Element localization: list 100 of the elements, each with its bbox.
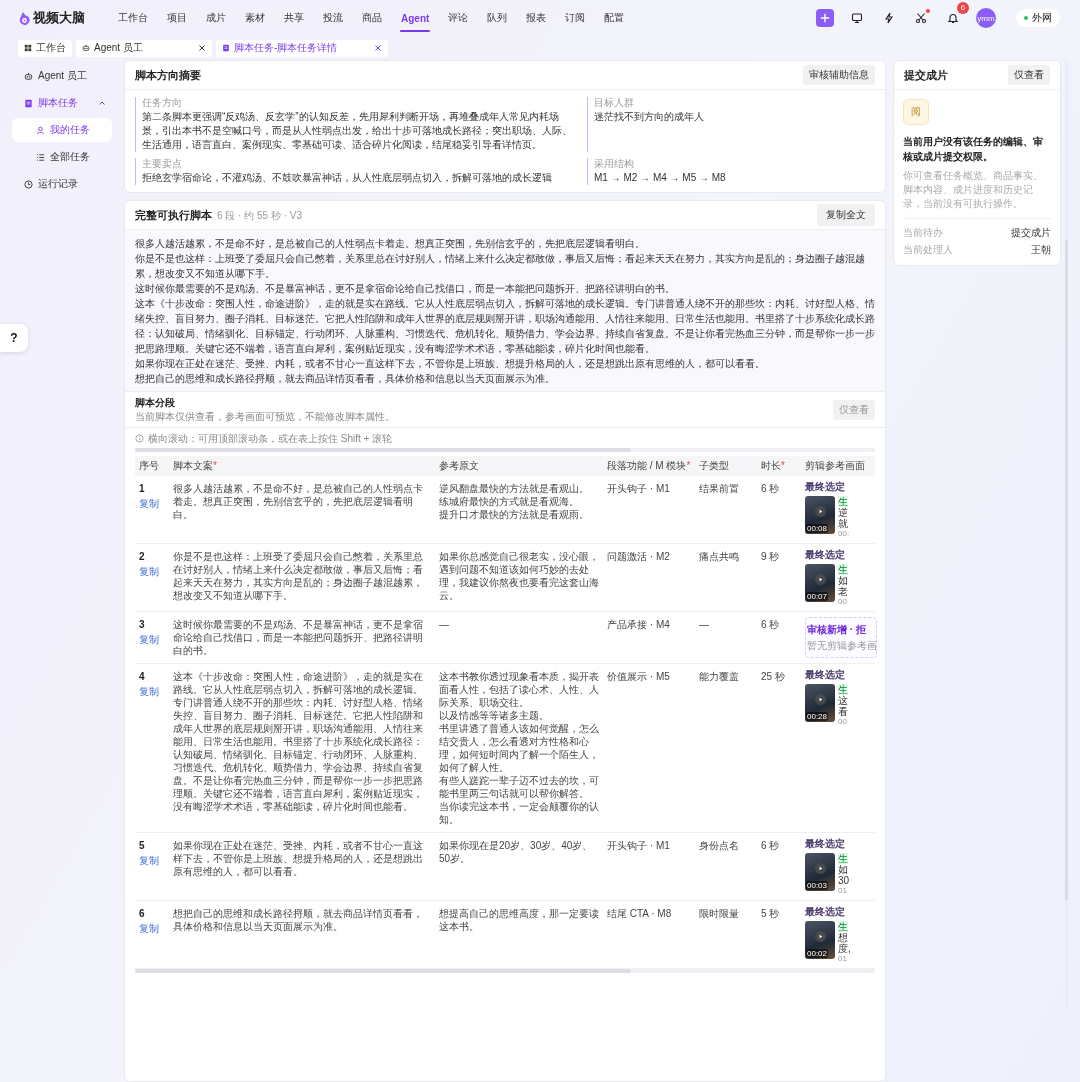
bell-icon	[947, 12, 959, 24]
user-avatar[interactable]: ymm	[976, 8, 996, 28]
field-value: 迷茫找不到方向的成年人	[594, 110, 705, 124]
field-label: 任务方向	[142, 97, 183, 109]
copy-link[interactable]: 复制	[139, 633, 159, 647]
copy-all-button[interactable]: 复制全文	[817, 204, 875, 226]
info-icon	[135, 434, 144, 443]
column-header: 段落功能 / M 模块*	[606, 459, 692, 473]
page-tab[interactable]: Agent 员工	[76, 39, 212, 57]
robot-icon	[24, 71, 33, 81]
sidebar-label: Agent 员工	[38, 69, 87, 83]
sidebar-item[interactable]: 运行记录	[12, 172, 112, 196]
network-status[interactable]: 外网	[1016, 9, 1060, 27]
play-icon[interactable]	[814, 573, 826, 585]
table-cell: 如果你总感觉自己很老实，没心眼，遇到问题不知道该如何巧妙的去处理，我建议你熬夜也要看完这套山海云。	[439, 550, 599, 602]
table-cell-text: 限时限量	[699, 907, 740, 920]
video-duration: 00:02	[806, 949, 829, 958]
nav-tab[interactable]: 素材	[244, 0, 266, 36]
table-cell-text: 6 秒	[761, 839, 781, 852]
script-meta: 6 段 · 约 55 秒 · V3	[217, 208, 303, 223]
copy-link[interactable]: 复制	[139, 565, 159, 579]
video-thumbnail[interactable]: 00:08	[805, 496, 835, 534]
alert-dot	[926, 9, 930, 13]
video-thumbnail[interactable]: 00:02	[805, 921, 835, 959]
field-label: 采用结构	[594, 158, 635, 170]
nav-tab[interactable]: Agent	[400, 0, 431, 36]
logo-icon	[18, 10, 31, 26]
close-icon[interactable]	[198, 44, 206, 52]
sidebar-item[interactable]: 脚本任务	[12, 91, 112, 115]
video-thumbnail[interactable]: 00:28	[805, 684, 835, 722]
script-paragraph: 想把自己的思维和成长路径捋顺，就去商品详情页看看，具体价格和信息以当天页面展示为准。	[135, 372, 556, 386]
notification-count: 6	[957, 2, 969, 14]
play-icon[interactable]	[814, 862, 826, 874]
close-icon[interactable]	[374, 44, 382, 52]
clip-time: 00	[838, 717, 848, 726]
nav-tab[interactable]: 成片	[205, 0, 227, 36]
copy-link[interactable]: 复制	[139, 497, 159, 511]
table-cell-text: 以及情感等等诸多主题。	[439, 709, 550, 722]
copy-link[interactable]: 复制	[139, 685, 159, 699]
video-thumbnail[interactable]: 00:07	[805, 564, 835, 602]
nav-tab[interactable]: 队列	[486, 0, 509, 36]
play-icon[interactable]	[814, 505, 826, 517]
scrollbar[interactable]	[135, 969, 875, 973]
clip-time: 00	[838, 597, 848, 606]
table-cell-text: 身份点名	[699, 839, 740, 852]
review-info-button[interactable]: 审核辅助信息	[803, 65, 875, 85]
table-cell-text: 想把自己的思维和成长路径捋顺，就去商品详情页看看，具体价格和信息以当天页面展示为准。	[173, 907, 424, 933]
sidebar-subitem[interactable]: 我的任务	[12, 118, 112, 142]
detail-value: 提交成片	[1011, 226, 1051, 240]
monitor-icon	[851, 12, 863, 24]
nav-tab[interactable]: 投流	[322, 0, 344, 36]
table-cell-text: 结果前置	[699, 482, 740, 495]
nav-tab[interactable]: 项目	[166, 0, 188, 36]
table-cell-text: 产品承接 · M4	[607, 618, 671, 631]
row-number: 1	[139, 482, 146, 495]
card-title: 完整可执行脚本	[135, 207, 212, 223]
grid-icon	[24, 44, 32, 52]
nav-tab[interactable]: 商品	[361, 0, 383, 36]
field-label: 主要卖点	[142, 158, 183, 170]
copy-link[interactable]: 复制	[139, 854, 159, 868]
table-cell-text: 结尾 CTA · M8	[607, 907, 673, 920]
play-icon[interactable]	[814, 693, 826, 705]
table-cell-text: 价值展示 · M5	[607, 670, 671, 683]
copy-link[interactable]: 复制	[139, 922, 159, 936]
video-duration: 00:28	[806, 712, 829, 721]
video-thumbnail[interactable]: 00:03	[805, 853, 835, 891]
clip-time: 00:	[838, 529, 851, 538]
nav-tab[interactable]: 评论	[447, 0, 470, 36]
permission-description: 你可查看任务概览、商品事实、脚本内容、成片进度和历史记录，当前没有可执行操作。	[903, 169, 1051, 219]
permission-message: 当前用户没有该任务的编辑、审核或成片提交权限。	[903, 135, 1044, 164]
view-only-button[interactable]: 仅查看	[1008, 65, 1050, 85]
column-header: 脚本文案*	[172, 459, 218, 473]
nav-tab[interactable]: 共享	[283, 0, 305, 36]
page-tab[interactable]: 脚本任务-脚本任务详情	[216, 39, 388, 57]
table-cell: 有些人蹉跎一辈子迈不过去的坎，可能书里两三句话就可以帮你解答。	[439, 774, 599, 800]
nav-tab[interactable]: 配置	[603, 0, 626, 36]
scrollbar[interactable]	[135, 448, 875, 452]
sidebar-label: 全部任务	[50, 150, 90, 164]
nav-tab[interactable]: 报表	[525, 0, 548, 36]
clip-time: 01	[838, 954, 848, 963]
add-button[interactable]	[816, 9, 834, 27]
nav-tab[interactable]: 工作台	[117, 0, 149, 36]
table-cell-text: 痛点共鸣	[699, 550, 740, 563]
play-icon[interactable]	[814, 930, 826, 942]
chevron-icon[interactable]	[98, 99, 106, 107]
sidebar-subitem[interactable]: 全部任务	[12, 145, 112, 169]
script-paragraph: 很多人越活越累，不是命不好，是总被自己的人性弱点卡着走。想真正突围，先别信玄乎的，先把底层逻辑看明白。	[135, 237, 646, 251]
bolt-icon	[883, 12, 895, 24]
nav-tab[interactable]: 订阅	[564, 0, 587, 36]
clip-title: 逆	[838, 507, 849, 518]
table-cell: 这本书教你透过现象看本质，揭开表面看人性，包括了读心术、人性、人际关系、职场交往。	[439, 670, 599, 709]
card-title: 脚本方向摘要	[135, 67, 201, 83]
clip-status: 最终选定	[805, 481, 846, 493]
table-cell-text: 如果你现在是20岁、30岁、40岁、50岁。	[439, 839, 594, 865]
help-button[interactable]: ?	[0, 324, 28, 352]
document-icon	[222, 44, 230, 52]
page-tab[interactable]: 工作台	[18, 39, 72, 57]
sidebar-label: 我的任务	[50, 123, 90, 137]
sidebar-item[interactable]: Agent 员工	[12, 64, 112, 88]
table-cell-text: 5 秒	[761, 907, 781, 920]
